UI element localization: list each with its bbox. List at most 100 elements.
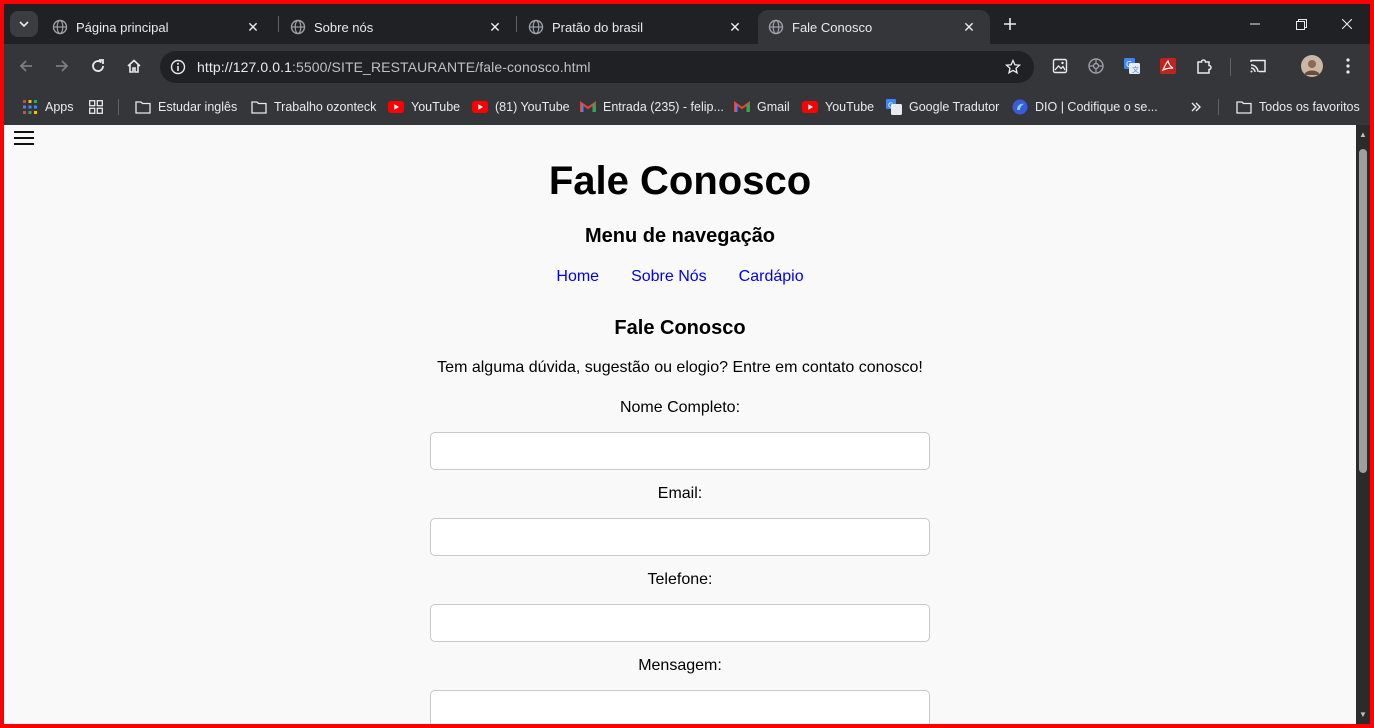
tab-title: Página principal <box>76 19 169 35</box>
hamburger-menu-icon[interactable] <box>14 131 34 145</box>
svg-text:文: 文 <box>1132 65 1139 74</box>
reload-icon <box>92 59 104 72</box>
nav-link-sobre-nos[interactable]: Sobre Nós <box>631 268 707 286</box>
name-field[interactable] <box>430 432 930 470</box>
bookmark-label: (81) YouTube <box>495 100 570 114</box>
bookmark-youtube-2[interactable]: YouTube <box>802 97 874 117</box>
bookmarks-divider <box>1218 99 1219 115</box>
bookmark-estudar-ingles[interactable]: Estudar inglês <box>135 97 237 117</box>
nav-link-home[interactable]: Home <box>556 268 599 286</box>
restore-icon <box>1295 18 1307 30</box>
bookmark-youtube[interactable]: YouTube <box>388 97 460 117</box>
restore-button[interactable] <box>1278 10 1324 38</box>
bookmark-google-tradutor[interactable]: G Google Tradutor <box>886 97 999 117</box>
bookmark-label: YouTube <box>825 100 875 114</box>
nav-link-cardapio[interactable]: Cardápio <box>739 268 804 286</box>
tab-pratao-do-brasil[interactable]: Pratão do brasil ✕ <box>518 10 756 44</box>
tab-title: Pratão do brasil <box>552 19 644 35</box>
globe-icon <box>528 19 544 35</box>
forward-button[interactable] <box>48 52 76 80</box>
scroll-down-icon[interactable]: ▼ <box>1359 711 1367 719</box>
tab-divider <box>278 16 279 32</box>
tab-sobre-nos[interactable]: Sobre nós ✕ <box>280 10 516 44</box>
bookmark-trabalho-ozonteck[interactable]: Trabalho ozonteck <box>251 97 376 117</box>
close-icon[interactable]: ✕ <box>960 18 978 36</box>
email-field[interactable] <box>430 518 930 556</box>
minimize-button[interactable] <box>1232 10 1278 38</box>
address-bar[interactable]: http://127.0.0.1:5500/SITE_RESTAURANTE/f… <box>160 51 1034 83</box>
section-heading: Fale Conosco <box>614 317 746 339</box>
nav-links: Home Sobre Nós Cardápio <box>4 268 1356 286</box>
site-info-icon[interactable] <box>166 55 190 79</box>
folder-icon <box>1236 99 1252 115</box>
google-translate-icon: G文 <box>1124 58 1140 74</box>
browser-window: Página principal ✕ Sobre nós ✕ Pratão do… <box>4 4 1370 724</box>
new-tab-button[interactable] <box>998 12 1022 36</box>
more-bookmarks-button[interactable] <box>1188 97 1211 117</box>
page-scrollbar[interactable]: ▲ ▼ <box>1356 125 1370 724</box>
bookmarks-divider <box>118 99 119 115</box>
name-label: Nome Completo: <box>619 399 741 416</box>
bookmarks-bar: Apps Estudar inglês Trabalho ozonteck Yo… <box>4 88 1370 125</box>
cast-button[interactable] <box>1244 52 1272 80</box>
google-translate-extension-button[interactable]: G文 <box>1118 52 1146 80</box>
avatar <box>1301 55 1323 77</box>
tab-search-button[interactable] <box>10 11 38 37</box>
message-field[interactable] <box>430 690 930 724</box>
apps-grid-icon <box>22 99 38 115</box>
tab-fale-conosco[interactable]: Fale Conosco ✕ <box>758 10 990 44</box>
globe-icon <box>52 19 68 35</box>
bookmark-label: Google Tradutor <box>909 100 1000 114</box>
url-host: http://127.0.0.1 <box>197 59 293 75</box>
arrow-left-icon <box>19 60 32 72</box>
intro-text: Tem alguma dúvida, sugestão ou elogio? E… <box>437 359 923 376</box>
close-icon[interactable]: ✕ <box>486 18 504 36</box>
folder-icon <box>135 99 151 115</box>
gmail-icon <box>580 99 596 115</box>
plus-icon <box>1004 18 1016 30</box>
bookmark-star-icon[interactable] <box>1002 56 1024 78</box>
bookmark-tab-groups[interactable] <box>88 97 111 117</box>
page-viewport: Fale Conosco Menu de navegação Home Sobr… <box>4 125 1356 724</box>
bookmark-apps[interactable]: Apps <box>22 97 74 117</box>
bookmark-todos-os-favoritos[interactable]: Todos os favoritos <box>1236 97 1360 117</box>
dio-icon <box>1012 99 1028 115</box>
close-icon[interactable]: ✕ <box>244 18 262 36</box>
bookmark-label: DIO | Codifique o se... <box>1035 100 1158 114</box>
pdf-extension-button[interactable] <box>1154 52 1182 80</box>
more-vertical-icon <box>1346 58 1350 74</box>
reload-button[interactable] <box>84 52 112 80</box>
bookmark-label: Todos os favoritos <box>1259 100 1360 114</box>
bookmark-label: Apps <box>45 100 74 114</box>
page-title: Fale Conosco <box>548 159 812 203</box>
tab-groups-icon <box>88 99 104 115</box>
scroll-up-icon[interactable]: ▲ <box>1359 131 1367 139</box>
browser-menu-button[interactable] <box>1334 52 1362 80</box>
tab-pagina-principal[interactable]: Página principal ✕ <box>42 10 274 44</box>
url-text[interactable]: http://127.0.0.1:5500/SITE_RESTAURANTE/f… <box>197 59 591 75</box>
cast-icon <box>1250 59 1266 73</box>
bookmark-entrada[interactable]: Entrada (235) - felip... <box>580 97 724 117</box>
message-label: Mensagem: <box>638 657 722 674</box>
bookmark-label: Gmail <box>757 100 790 114</box>
extensions-button[interactable] <box>1190 52 1218 80</box>
scrollbar-thumb[interactable] <box>1359 149 1367 473</box>
home-button[interactable] <box>120 52 148 80</box>
globe-icon <box>290 19 306 35</box>
close-window-button[interactable] <box>1324 10 1370 38</box>
youtube-icon <box>472 99 488 115</box>
image-extension-button[interactable] <box>1046 52 1074 80</box>
phone-field[interactable] <box>430 604 930 642</box>
profile-avatar[interactable] <box>1298 52 1326 80</box>
close-icon[interactable]: ✕ <box>726 18 744 36</box>
home-icon <box>127 59 141 73</box>
bookmark-dio[interactable]: DIO | Codifique o se... <box>1012 97 1158 117</box>
puzzle-icon <box>1197 59 1212 74</box>
bookmark-gmail[interactable]: Gmail <box>734 97 790 117</box>
extension-button[interactable] <box>1082 52 1110 80</box>
bookmark-label: Estudar inglês <box>158 100 238 114</box>
tab-title: Sobre nós <box>314 19 374 35</box>
bookmark-81-youtube[interactable]: (81) YouTube <box>472 97 570 117</box>
url-path: :5500/SITE_RESTAURANTE/fale-conosco.html <box>292 59 591 75</box>
back-button[interactable] <box>12 52 40 80</box>
